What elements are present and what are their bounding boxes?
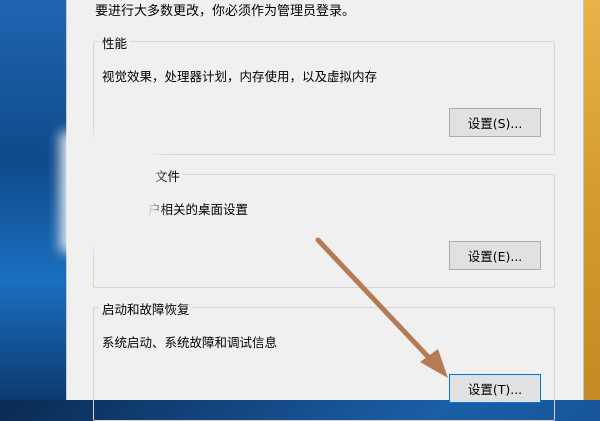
user-profiles-description: 户相关的桌面设置 [148,202,249,217]
performance-label: 性能 [99,33,131,52]
startup-recovery-label: 启动和故障恢复 [99,299,193,318]
performance-settings-button[interactable]: 设置(S)... [449,108,541,137]
performance-description: 视觉效果，处理器计划，内存使用，以及虚拟内存 [102,69,378,84]
admin-notice: 要进行大多数更改，你必须作为管理员登录。 [95,4,356,19]
user-profiles-group: 文件 户相关的桌面设置 设置(E)... [93,166,555,288]
blurred-region [60,132,158,252]
user-profiles-settings-button[interactable]: 设置(E)... [449,241,541,270]
performance-group: 性能 视觉效果，处理器计划，内存使用，以及虚拟内存 设置(S)... [93,33,555,155]
startup-recovery-settings-button[interactable]: 设置(T)... [449,374,541,403]
startup-recovery-group: 启动和故障恢复 系统启动、系统故障和调试信息 设置(T)... [93,299,555,421]
desktop-background-right [584,0,600,400]
startup-recovery-description: 系统启动、系统故障和调试信息 [102,335,278,350]
